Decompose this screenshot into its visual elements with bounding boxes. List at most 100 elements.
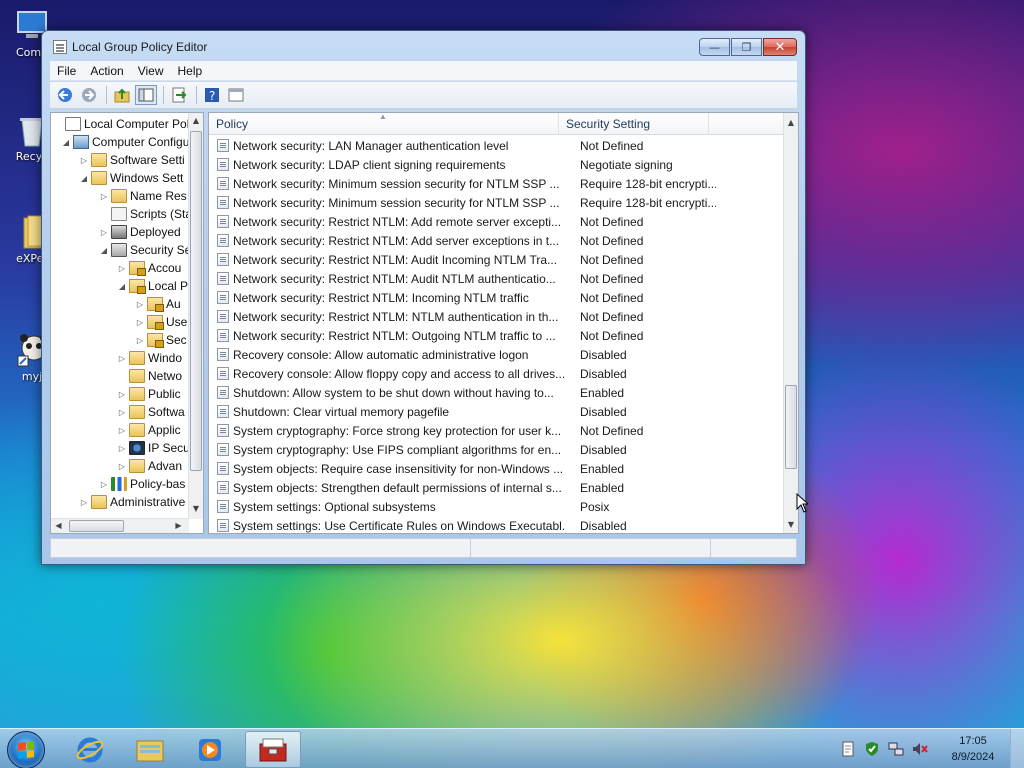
up-one-level-button[interactable] [111,85,133,105]
collapse-arrow-icon[interactable]: ◢ [79,174,89,183]
tree-node[interactable]: ◢ Windows Sett [79,169,183,187]
expand-arrow-icon[interactable]: ▷ [117,426,127,435]
network-icon[interactable] [888,741,904,757]
title-bar[interactable]: Local Group Policy Editor — ❐ ✕ [42,31,805,61]
table-row[interactable]: Shutdown: Allow system to be shut down w… [209,383,784,402]
scroll-down-arrow-icon[interactable]: ▼ [784,517,798,532]
tree-node[interactable]: Scripts (Sta [99,205,192,223]
expand-arrow-icon[interactable]: ▷ [99,192,109,201]
taskbar-group-policy-editor[interactable] [245,731,301,768]
table-row[interactable]: Network security: Restrict NTLM: Add ser… [209,231,784,250]
tree-node[interactable]: ▷ IP Secu [117,439,190,457]
console-tree[interactable]: ▷ Administrative ▷ Policy-bas ▷ Advan ▷ IP Secu… [50,112,204,534]
maximize-button[interactable]: ❐ [731,38,762,56]
tree-node[interactable]: ▷ Use [135,313,187,331]
taskbar-media-player[interactable] [182,731,238,768]
tree-node[interactable]: ▷ Softwa [117,403,185,421]
collapse-arrow-icon[interactable]: ◢ [117,282,127,291]
show-hide-console-tree-button[interactable] [135,85,157,105]
tree-vertical-scrollbar[interactable]: ▲ ▼ [188,113,203,519]
table-row[interactable]: System settings: Use Certificate Rules o… [209,516,784,533]
tree-node[interactable]: ▷ Sec [135,331,187,349]
expand-arrow-icon[interactable]: ▷ [99,480,109,489]
tree-node[interactable]: ▷ Policy-bas [99,475,185,493]
taskbar-windows-explorer[interactable] [122,731,178,768]
tree-node[interactable]: Local Computer Polic [53,115,198,133]
tree-node[interactable]: ▷ Deployed [99,223,181,241]
collapse-arrow-icon[interactable]: ◢ [99,246,109,255]
menu-action[interactable]: Action [83,64,130,78]
tree-node[interactable]: ▷ Applic [117,421,181,439]
expand-arrow-icon[interactable]: ▷ [117,444,127,453]
security-icon[interactable] [864,741,880,757]
table-row[interactable]: Network security: Minimum session securi… [209,193,784,212]
table-row[interactable]: Network security: Minimum session securi… [209,174,784,193]
table-row[interactable]: Shutdown: Clear virtual memory pagefile D… [209,402,784,421]
scroll-right-arrow-icon[interactable]: ▶ [171,519,186,533]
minimize-button[interactable]: — [699,38,730,56]
table-row[interactable]: System cryptography: Use FIPS compliant … [209,440,784,459]
expand-arrow-icon[interactable]: ▷ [117,264,127,273]
tree-node[interactable]: ▷ Windo [117,349,182,367]
scroll-down-arrow-icon[interactable]: ▼ [189,501,203,516]
scroll-up-arrow-icon[interactable]: ▲ [784,115,798,130]
table-row[interactable]: Recovery console: Allow floppy copy and … [209,364,784,383]
expand-arrow-icon[interactable]: ▷ [117,390,127,399]
taskbar-internet-explorer[interactable] [62,731,118,768]
list-vertical-scrollbar[interactable]: ▲ ▼ [783,113,798,533]
tree-node[interactable]: ▷ Software Setti [79,151,185,169]
expand-arrow-icon[interactable]: ▷ [117,462,127,471]
tree-node[interactable]: ◢ Computer Configu [61,133,189,151]
table-row[interactable]: Network security: LAN Manager authentica… [209,136,784,155]
table-row[interactable]: System cryptography: Force strong key pr… [209,421,784,440]
forward-button[interactable] [78,85,100,105]
tree-node[interactable]: ▷ Administrative [79,493,185,511]
close-button[interactable]: ✕ [763,38,797,56]
show-desktop-button[interactable] [1010,729,1024,768]
tree-node[interactable]: Netwo [117,367,182,385]
tree-node[interactable]: ▷ Public [117,385,181,403]
expand-arrow-icon[interactable]: ▷ [135,300,145,309]
tree-node[interactable]: ◢ Local P [117,277,188,295]
table-row[interactable]: Network security: Restrict NTLM: Incomin… [209,288,784,307]
expand-arrow-icon[interactable]: ▷ [117,408,127,417]
table-row[interactable]: Network security: LDAP client signing re… [209,155,784,174]
export-list-button[interactable] [168,85,190,105]
scroll-left-arrow-icon[interactable]: ◀ [51,519,66,533]
system-clock[interactable]: 17:05 8/9/2024 [938,733,1008,765]
collapse-arrow-icon[interactable]: ◢ [61,138,71,147]
expand-arrow-icon[interactable]: ▷ [99,228,109,237]
expand-arrow-icon[interactable]: ▷ [135,318,145,327]
menu-view[interactable]: View [131,64,171,78]
table-row[interactable]: Network security: Restrict NTLM: NTLM au… [209,307,784,326]
help-button[interactable]: ? [201,85,223,105]
table-row[interactable]: System objects: Strengthen default permi… [209,478,784,497]
tree-node[interactable]: ▷ Advan [117,457,182,475]
table-row[interactable]: System objects: Require case insensitivi… [209,459,784,478]
tree-horizontal-scrollbar[interactable]: ◀ ▶ [51,518,189,533]
scroll-thumb[interactable] [69,520,124,532]
expand-arrow-icon[interactable]: ▷ [79,156,89,165]
start-button[interactable] [7,731,45,768]
expand-arrow-icon[interactable]: ▷ [117,354,127,363]
column-header-policy[interactable]: ▲ Policy [209,113,559,135]
menu-file[interactable]: File [50,64,83,78]
menu-help[interactable]: Help [171,64,210,78]
expand-arrow-icon[interactable]: ▷ [135,336,145,345]
table-row[interactable]: Network security: Restrict NTLM: Add rem… [209,212,784,231]
properties-button[interactable] [225,85,247,105]
back-button[interactable] [54,85,76,105]
volume-muted-icon[interactable] [912,741,928,757]
tree-node[interactable]: ▷ Au [135,295,181,313]
scroll-up-arrow-icon[interactable]: ▲ [189,113,203,128]
action-center-icon[interactable] [840,741,856,757]
tree-node[interactable]: ◢ Security Se [99,241,191,259]
table-row[interactable]: Network security: Restrict NTLM: Outgoin… [209,326,784,345]
column-header-security-setting[interactable]: Security Setting [559,113,709,135]
tree-node[interactable]: ▷ Name Res [99,187,187,205]
table-row[interactable]: Recovery console: Allow automatic admini… [209,345,784,364]
table-row[interactable]: Network security: Restrict NTLM: Audit N… [209,269,784,288]
tree-node[interactable]: ▷ Accou [117,259,181,277]
scroll-thumb[interactable] [785,385,797,469]
table-row[interactable]: System settings: Optional subsystems Posi… [209,497,784,516]
